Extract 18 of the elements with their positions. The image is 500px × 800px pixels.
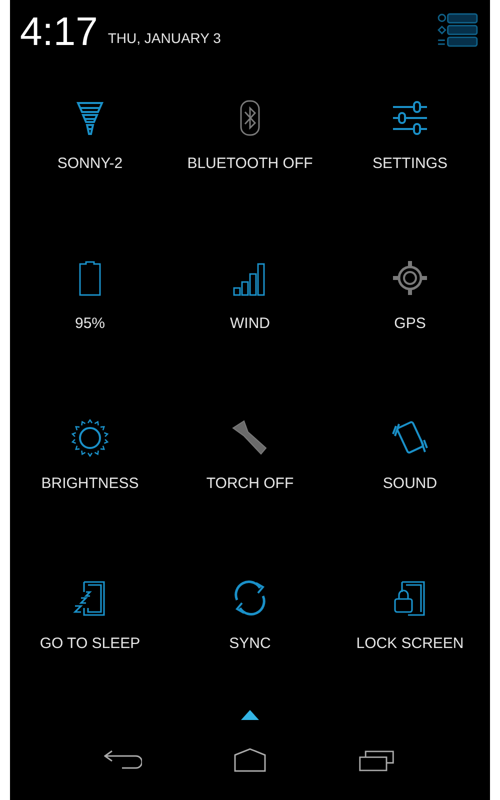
list-menu-icon[interactable]: [437, 13, 478, 48]
clock-time: 4:17: [20, 10, 98, 54]
date-text: THU, JANUARY 3: [108, 29, 221, 47]
quick-setting-tile[interactable]: SONNY-2: [10, 70, 170, 210]
quick-setting-tile[interactable]: BLUETOOTH OFF: [170, 70, 330, 210]
quick-setting-tile[interactable]: WIND: [170, 230, 330, 370]
quick-setting-tile[interactable]: 95%: [10, 230, 170, 370]
back-icon[interactable]: [104, 748, 142, 772]
quick-setting-tile[interactable]: SOUND: [330, 390, 490, 530]
quick-setting-tile[interactable]: BRIGHTNESS: [10, 390, 170, 530]
expand-caret-icon[interactable]: [241, 710, 259, 720]
quick-setting-tile[interactable]: GO TO SLEEP: [10, 550, 170, 690]
recent-apps-icon[interactable]: [358, 748, 396, 772]
quick-setting-tile[interactable]: SETTINGS: [330, 70, 490, 210]
quick-setting-tile[interactable]: SYNC: [170, 550, 330, 690]
quick-setting-tile[interactable]: LOCK SCREEN: [330, 550, 490, 690]
quick-setting-tile[interactable]: TORCH OFF: [170, 390, 330, 530]
quick-setting-tile[interactable]: GPS: [330, 230, 490, 370]
